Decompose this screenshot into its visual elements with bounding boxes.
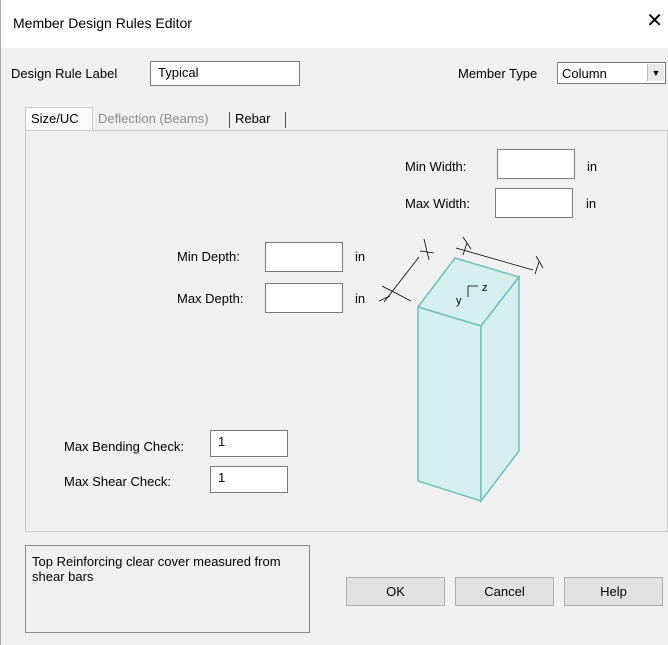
min-width-label: Min Width: xyxy=(405,159,467,174)
max-width-input[interactable] xyxy=(495,188,573,218)
column-diagram: y z xyxy=(378,236,544,504)
window-title: Member Design Rules Editor xyxy=(13,15,192,31)
tab-label: Deflection (Beams) xyxy=(98,111,209,126)
max-bending-check-input[interactable]: 1 xyxy=(210,430,288,457)
header-row: Design Rule Label Typical Member Type Co… xyxy=(1,48,668,100)
min-depth-label: Min Depth: xyxy=(177,249,240,264)
min-width-unit: in xyxy=(587,159,598,174)
max-shear-check-input[interactable]: 1 xyxy=(210,466,288,493)
design-rule-input[interactable]: Typical xyxy=(150,61,300,86)
max-bending-check-label: Max Bending Check: xyxy=(64,439,184,454)
tab-rebar[interactable]: Rebar xyxy=(230,108,286,130)
min-width-input[interactable] xyxy=(497,149,575,179)
help-text-box: Top Reinforcing clear cover measured fro… xyxy=(25,545,310,633)
design-rule-label: Design Rule Label xyxy=(11,66,118,81)
min-depth-unit: in xyxy=(355,249,366,264)
title-bar: Member Design Rules Editor ✕ xyxy=(1,0,668,48)
tab-separator xyxy=(285,112,286,128)
member-type-select[interactable]: Column ▼ xyxy=(557,62,666,84)
max-width-label: Max Width: xyxy=(405,196,471,211)
dialog-window: Member Design Rules Editor ✕ Design Rule… xyxy=(0,0,668,645)
max-shear-check-label: Max Shear Check: xyxy=(64,474,171,489)
tab-size-uc[interactable]: Size/UC xyxy=(25,107,93,131)
size-uc-panel: Min Width: in Max Width: in Min Depth: i… xyxy=(25,130,668,532)
max-depth-unit: in xyxy=(355,291,366,306)
max-depth-input[interactable] xyxy=(265,283,343,313)
chevron-down-icon[interactable]: ▼ xyxy=(647,64,664,81)
member-type-value: Column xyxy=(562,66,607,81)
tab-label: Size/UC xyxy=(31,111,79,126)
min-depth-input[interactable] xyxy=(265,242,343,272)
axis-z-label: z xyxy=(482,282,488,294)
max-width-unit: in xyxy=(586,196,597,211)
close-icon[interactable]: ✕ xyxy=(646,11,663,31)
tab-label: Rebar xyxy=(235,111,271,126)
column-front-face xyxy=(417,305,482,503)
cancel-button[interactable]: Cancel xyxy=(455,577,554,606)
member-type-label: Member Type xyxy=(458,66,538,81)
max-depth-label: Max Depth: xyxy=(177,291,244,306)
ok-button[interactable]: OK xyxy=(346,577,445,606)
axis-y-label: y xyxy=(456,295,462,307)
help-button[interactable]: Help xyxy=(564,577,663,606)
tab-deflection-beams[interactable]: Deflection (Beams) xyxy=(93,108,230,130)
